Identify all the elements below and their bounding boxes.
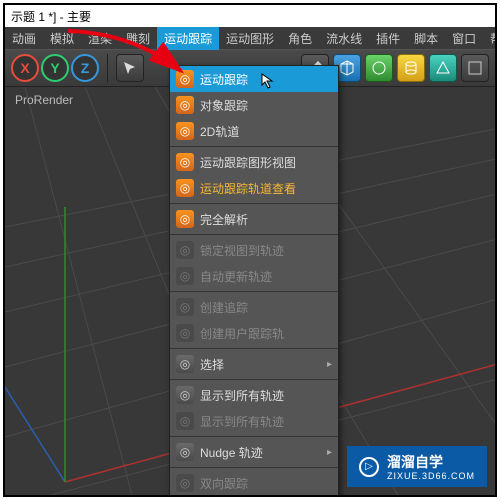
menu-item-label: 自动更新轨迹: [200, 268, 272, 285]
cube-icon: [339, 60, 355, 76]
menu-item-label: 2D轨道: [200, 123, 239, 140]
submenu-arrow-icon: ▸: [327, 359, 332, 370]
app-window: 示题 1 *] - 主要 动画模拟渲染雕刻运动跟踪运动图形角色流水线插件脚本窗口…: [3, 3, 497, 497]
menu-item[interactable]: 运动跟踪: [157, 27, 219, 50]
menu-item-icon: ◎: [176, 210, 194, 228]
window-titlebar: 示题 1 *] - 主要: [5, 5, 495, 27]
menu-item-icon: ◎: [176, 70, 194, 88]
menu-item-icon: ◎: [176, 96, 194, 114]
watermark-brand: 溜溜自学: [387, 452, 475, 472]
menu-item[interactable]: ◎ 对象跟踪: [170, 92, 338, 118]
menu-item-label: 锁定视图到轨迹: [200, 242, 284, 259]
menu-item: ◎ 创建用户跟踪轨: [170, 320, 338, 346]
tool-button[interactable]: [116, 54, 144, 82]
grid-icon: [467, 60, 483, 76]
watermark-url: ZIXUE.3D66.COM: [387, 472, 475, 481]
axis-z-button[interactable]: Z: [71, 54, 99, 82]
play-icon: ▷: [359, 457, 379, 477]
menu-item: ◎ 创建追踪: [170, 294, 338, 320]
menu-separator: [170, 234, 338, 235]
menu-separator: [170, 436, 338, 437]
menu-separator: [170, 146, 338, 147]
more-tool-button[interactable]: [461, 54, 489, 82]
menu-separator: [170, 467, 338, 468]
menu-item-label: 创建用户跟踪轨: [200, 325, 284, 342]
menu-item-label: 对象跟踪: [200, 97, 248, 114]
submenu-arrow-icon: ▸: [327, 447, 332, 458]
menu-item-icon: ◎: [176, 443, 194, 461]
cone-icon: [435, 60, 451, 76]
menu-separator: [170, 291, 338, 292]
menu-item-label: 选择: [200, 356, 224, 373]
menu-item-icon: ◎: [176, 324, 194, 342]
menu-separator: [170, 379, 338, 380]
menu-item: ◎ 显示到所有轨迹: [170, 408, 338, 434]
menu-item: ◎向前跟踪: [170, 496, 338, 497]
menu-item: ◎ 锁定视图到轨迹: [170, 237, 338, 263]
menu-item-icon: ◎: [176, 179, 194, 197]
menu-item-icon: ◎: [176, 153, 194, 171]
menu-item-icon: ◎: [176, 412, 194, 430]
menu-item: ◎ 自动更新轨迹: [170, 263, 338, 289]
sphere-icon: [371, 60, 387, 76]
menu-item-label: 运动跟踪图形视图: [200, 154, 296, 171]
menu-item-label: 创建追踪: [200, 299, 248, 316]
menu-item-label: 双向跟踪: [200, 475, 248, 492]
primitive-sphere-button[interactable]: [365, 54, 393, 82]
menu-item[interactable]: 脚本: [407, 27, 445, 50]
menu-item-icon: ◎: [176, 298, 194, 316]
menu-item-icon: ◎: [176, 355, 194, 373]
menu-item[interactable]: ◎ 选择 ▸: [170, 351, 338, 377]
menubar: 动画模拟渲染雕刻运动跟踪运动图形角色流水线插件脚本窗口帮助: [5, 27, 495, 49]
menu-item-icon: ◎: [176, 122, 194, 140]
axis-x-button[interactable]: X: [11, 54, 39, 82]
menu-item[interactable]: 动画: [5, 27, 43, 50]
menu-separator: [170, 348, 338, 349]
menu-item-label: 显示到所有轨迹: [200, 387, 284, 404]
menu-item[interactable]: 流水线: [319, 27, 369, 50]
axis-y-button[interactable]: Y: [41, 54, 69, 82]
menu-item[interactable]: 帮助: [483, 27, 497, 50]
menu-item: ◎ 双向跟踪: [170, 470, 338, 496]
motion-tracking-menu: ◎ 运动跟踪 ◎ 对象跟踪 ◎ 2D轨道 ◎ 运动跟踪图形视图 ◎ 运动跟踪轨道查看 ◎ 完全解析 ◎ 锁…: [169, 65, 339, 497]
primitive-cylinder-button[interactable]: [397, 54, 425, 82]
menu-item-icon: ◎: [176, 241, 194, 259]
menu-item[interactable]: ◎ 运动跟踪图形视图: [170, 149, 338, 175]
menu-item[interactable]: 渲染: [81, 27, 119, 50]
menu-item[interactable]: ◎ 运动跟踪: [170, 66, 338, 92]
menu-item-label: 运动跟踪: [200, 71, 248, 88]
menu-item[interactable]: 模拟: [43, 27, 81, 50]
menu-item-label: Nudge 轨迹: [200, 444, 263, 461]
menu-item[interactable]: 雕刻: [119, 27, 157, 50]
menu-item-icon: ◎: [176, 267, 194, 285]
menu-item-label: 完全解析: [200, 211, 248, 228]
menu-item-label: 显示到所有轨迹: [200, 413, 284, 430]
menu-item[interactable]: 窗口: [445, 27, 483, 50]
menu-item-label: 运动跟踪轨道查看: [200, 180, 296, 197]
watermark: ▷ 溜溜自学 ZIXUE.3D66.COM: [347, 446, 487, 487]
menu-item[interactable]: ◎ 2D轨道: [170, 118, 338, 144]
menu-item[interactable]: ◎ Nudge 轨迹 ▸: [170, 439, 338, 465]
menu-item[interactable]: 插件: [369, 27, 407, 50]
menu-item-icon: ◎: [176, 386, 194, 404]
renderer-label: ProRender: [15, 93, 73, 107]
toolbar-separator: [107, 54, 108, 82]
menu-item[interactable]: 角色: [281, 27, 319, 50]
menu-item[interactable]: ◎ 运动跟踪轨道查看: [170, 175, 338, 201]
menu-item[interactable]: ◎ 完全解析: [170, 206, 338, 232]
menu-separator: [170, 203, 338, 204]
cylinder-icon: [403, 60, 419, 76]
cursor-tool-icon: [122, 60, 138, 76]
menu-item[interactable]: 运动图形: [219, 27, 281, 50]
window-title: 示题 1 *] - 主要: [11, 10, 91, 24]
primitive-cone-button[interactable]: [429, 54, 457, 82]
menu-item[interactable]: ◎ 显示到所有轨迹: [170, 382, 338, 408]
menu-item-icon: ◎: [176, 474, 194, 492]
axis-group: X Y Z: [11, 54, 99, 82]
